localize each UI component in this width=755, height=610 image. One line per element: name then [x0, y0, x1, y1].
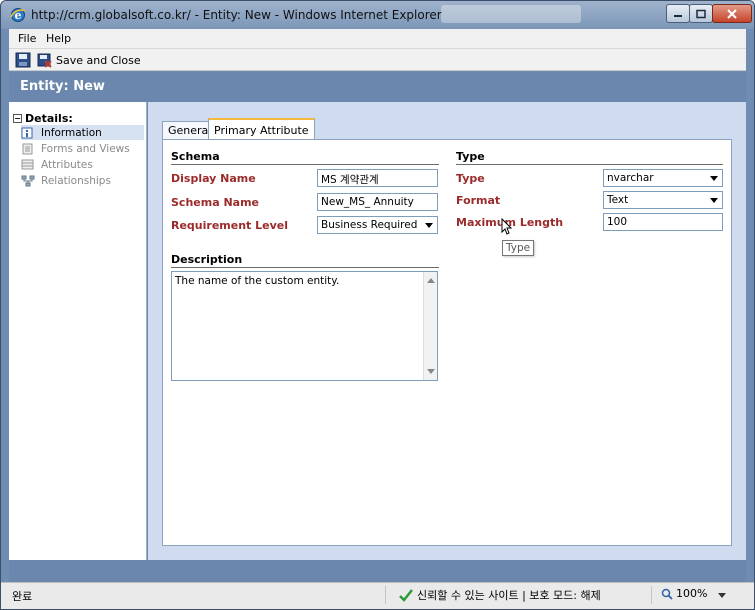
schema-section-title: Schema — [171, 150, 220, 163]
maximum-length-input[interactable]: 100 — [603, 213, 723, 231]
status-divider — [651, 586, 652, 604]
schema-name-label: Schema Name — [171, 196, 259, 209]
requirement-level-value: Business Required — [321, 219, 418, 231]
type-section-title: Type — [456, 150, 485, 163]
description-text: The name of the custom entity. — [175, 275, 340, 287]
format-label: Format — [456, 194, 501, 207]
zoom-control[interactable]: 100% — [661, 587, 707, 600]
nav-item-label: Forms and Views — [41, 142, 130, 155]
requirement-level-label: Requirement Level — [171, 219, 289, 232]
description-section-title: Description — [171, 253, 243, 266]
nav-section-details[interactable]: − Details: — [13, 112, 73, 125]
save-close-icon — [37, 53, 52, 68]
status-bar: 완료 신뢰할 수 있는 사이트 | 보호 모드: 해제 100% — [1, 582, 754, 609]
save-and-close-button[interactable]: Save and Close — [37, 50, 141, 70]
type-label: Type — [456, 172, 485, 185]
information-icon — [21, 127, 33, 138]
tab-panel: Schema Display Name MS 계약관계 Schema Name … — [162, 139, 732, 546]
toolbar: Save and Close — [9, 49, 746, 71]
left-navigation: − Details: Information Forms and Views A… — [9, 102, 147, 560]
collapse-icon[interactable]: − — [13, 114, 22, 123]
title-bar-shading — [441, 5, 581, 23]
schema-divider — [171, 164, 439, 165]
type-tooltip: Type — [502, 240, 535, 256]
format-value: Text — [607, 194, 629, 206]
nav-item-information[interactable]: Information — [21, 125, 144, 140]
nav-item-label: Information — [41, 126, 102, 139]
relationships-icon — [21, 175, 35, 186]
close-icon — [727, 8, 737, 19]
attributes-icon — [21, 159, 34, 169]
requirement-level-select[interactable]: Business Required — [317, 216, 438, 234]
page-title: Entity: New — [20, 79, 105, 94]
status-text: 완료 — [12, 590, 33, 603]
display-name-input[interactable]: MS 계약관계 — [317, 169, 438, 187]
page-header: Entity: New — [9, 72, 746, 102]
footer-band — [9, 560, 746, 582]
scroll-down-icon[interactable] — [427, 369, 435, 374]
nav-item-attributes[interactable]: Attributes — [21, 157, 144, 172]
window-title: http://crm.globalsoft.co.kr/ - Entity: N… — [31, 8, 442, 22]
tab-primary-attribute[interactable]: Primary Attribute — [208, 118, 315, 140]
minimize-icon — [674, 14, 682, 17]
display-name-label: Display Name — [171, 172, 256, 185]
format-select[interactable]: Text — [603, 191, 723, 209]
save-icon[interactable] — [15, 52, 31, 68]
nav-item-label: Relationships — [41, 174, 111, 187]
nav-item-forms-and-views[interactable]: Forms and Views — [21, 141, 144, 156]
save-and-close-label: Save and Close — [56, 53, 141, 67]
ie-logo-icon: e — [10, 8, 26, 22]
title-bar[interactable]: e http://crm.globalsoft.co.kr/ - Entity:… — [1, 1, 754, 29]
scroll-up-icon[interactable] — [427, 278, 435, 283]
mouse-cursor-icon — [501, 218, 513, 235]
security-zone-label: 신뢰할 수 있는 사이트 | 보호 모드: 해제 — [417, 589, 601, 602]
chevron-down-icon — [710, 176, 718, 181]
chevron-down-icon — [710, 198, 718, 203]
forms-icon — [22, 143, 33, 154]
type-select[interactable]: nvarchar — [603, 169, 723, 187]
status-divider — [385, 586, 386, 604]
description-divider — [171, 267, 439, 268]
browser-window: e http://crm.globalsoft.co.kr/ - Entity:… — [0, 0, 755, 610]
menu-file[interactable]: File — [18, 32, 36, 45]
maximize-button[interactable] — [689, 4, 713, 23]
description-textarea[interactable]: The name of the custom entity. — [171, 271, 438, 381]
type-value: nvarchar — [607, 172, 654, 184]
zoom-level: 100% — [676, 587, 708, 600]
nav-item-relationships[interactable]: Relationships — [21, 173, 144, 188]
chevron-down-icon[interactable] — [718, 593, 726, 598]
zoom-icon — [661, 588, 673, 600]
security-zone[interactable]: 신뢰할 수 있는 사이트 | 보호 모드: 해제 — [399, 587, 601, 603]
checkmark-icon — [399, 589, 413, 602]
main-content: General Primary Attribute Schema Display… — [148, 102, 746, 560]
maximize-icon — [696, 9, 706, 18]
nav-section-label: Details: — [25, 112, 73, 125]
description-scrollbar[interactable] — [423, 272, 437, 380]
menu-help[interactable]: Help — [46, 32, 71, 45]
close-button[interactable] — [712, 4, 752, 23]
minimize-button[interactable] — [666, 4, 690, 23]
chevron-down-icon — [425, 223, 433, 228]
menu-bar: File Help — [9, 29, 746, 49]
nav-item-label: Attributes — [41, 158, 93, 171]
type-divider — [456, 164, 723, 165]
schema-name-input[interactable]: New_MS_ Annuity — [317, 193, 438, 211]
